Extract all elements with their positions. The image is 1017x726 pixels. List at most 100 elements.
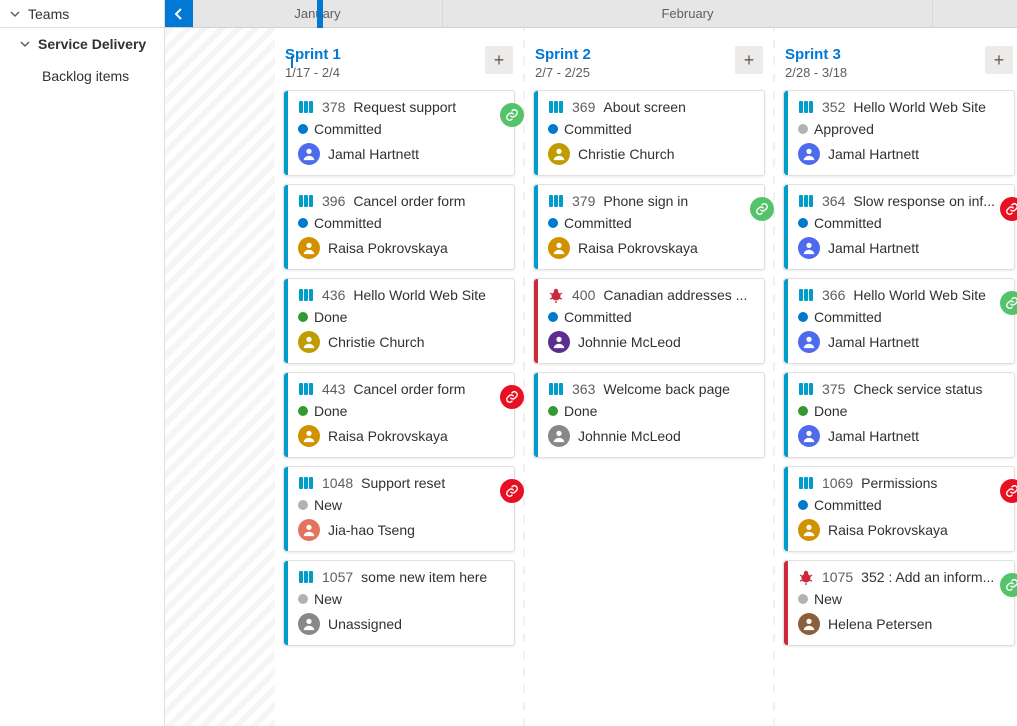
work-item-state: Done (564, 403, 597, 419)
assignee-name: Jia-hao Tseng (328, 522, 415, 538)
link-badge-icon[interactable] (500, 103, 524, 127)
sprint-column: Sprint 32/28 - 3/18+ 352 Hello World Web … (775, 28, 1017, 726)
work-item-title: 352 : Add an inform... (861, 569, 994, 585)
assignee-name: Unassigned (328, 616, 402, 632)
assignee-name: Johnnie McLeod (578, 334, 681, 350)
work-item-title: some new item here (361, 569, 487, 585)
state-dot-icon (298, 312, 308, 322)
work-item-title: Support reset (361, 475, 445, 491)
sprint-header: Sprint 32/28 - 3/18+ (775, 46, 1017, 90)
sidebar-item-service-delivery[interactable]: Service Delivery (0, 28, 164, 60)
avatar (798, 237, 820, 259)
link-badge-icon[interactable] (1000, 573, 1017, 597)
assignee-name: Christie Church (328, 334, 424, 350)
link-badge-icon[interactable] (500, 385, 524, 409)
assignee-name: Jamal Hartnett (828, 146, 919, 162)
assignee-name: Raisa Pokrovskaya (328, 428, 448, 444)
work-item-state: Approved (814, 121, 874, 137)
card-stripe (784, 279, 788, 363)
link-badge-icon[interactable] (1000, 479, 1017, 503)
avatar (298, 331, 320, 353)
work-item-card[interactable]: 443Cancel order formDoneRaisa Pokrovskay… (283, 372, 515, 458)
state-dot-icon (298, 500, 308, 510)
add-item-button[interactable]: + (735, 46, 763, 74)
avatar (798, 613, 820, 635)
work-item-id: 366 (822, 287, 845, 303)
sprint-title[interactable]: Sprint 3 (785, 46, 847, 63)
state-dot-icon (798, 218, 808, 228)
assignee-name: Jamal Hartnett (828, 334, 919, 350)
work-item-state: Committed (564, 121, 632, 137)
work-item-state: New (314, 497, 342, 513)
work-item-id: 378 (322, 99, 345, 115)
work-item-card[interactable]: 436Hello World Web SiteDoneChristie Chur… (283, 278, 515, 364)
card-list: 352 Hello World Web Site Approved Jamal Har… (775, 90, 1017, 646)
work-item-state: Committed (564, 309, 632, 325)
work-item-card[interactable]: 1048 Support reset New Jia-hao Tseng (283, 466, 515, 552)
link-badge-icon[interactable] (1000, 291, 1017, 315)
state-dot-icon (798, 124, 808, 134)
sprint-column: Sprint 1 1/17 - 2/4 + 378Request supportCo… (275, 28, 523, 726)
work-item-card[interactable]: 379Phone sign inCommittedRaisa Pokrovska… (533, 184, 765, 270)
work-item-card[interactable]: 375Check service statusDoneJamal Hartnet… (783, 372, 1015, 458)
work-item-state: Committed (814, 215, 882, 231)
work-item-title: Cancel order form (353, 381, 465, 397)
work-item-id: 400 (572, 287, 595, 303)
state-dot-icon (548, 124, 558, 134)
avatar (548, 237, 570, 259)
card-stripe (784, 185, 788, 269)
teams-header[interactable]: Teams (0, 0, 164, 28)
work-item-card[interactable]: 363Welcome back pageDoneJohnnie McLeod (533, 372, 765, 458)
work-item-card[interactable]: 400Canadian addresses ...CommittedJohnni… (533, 278, 765, 364)
work-item-card[interactable]: 1069PermissionsCommittedRaisa Pokrovskay… (783, 466, 1015, 552)
work-item-title: About screen (603, 99, 686, 115)
work-item-card[interactable]: 352 Hello World Web Site Approved Jamal Har… (783, 90, 1015, 176)
timeline-month[interactable]: February (443, 0, 933, 27)
bug-icon (548, 287, 564, 303)
link-badge-icon[interactable] (500, 479, 524, 503)
sprint-title[interactable]: Sprint 2 (535, 46, 591, 63)
state-dot-icon (798, 312, 808, 322)
sprint-title[interactable]: Sprint 1 (285, 46, 341, 63)
work-item-id: 1075 (822, 569, 853, 585)
work-item-id: 1048 (322, 475, 353, 491)
avatar (298, 143, 320, 165)
work-item-card[interactable]: 364Slow response on inf...CommittedJamal… (783, 184, 1015, 270)
link-badge-icon[interactable] (750, 197, 774, 221)
state-dot-icon (298, 406, 308, 416)
add-item-button[interactable]: + (985, 46, 1013, 74)
work-item-state: Done (314, 309, 347, 325)
card-stripe (284, 467, 288, 551)
timeline-prev-button[interactable] (165, 0, 193, 27)
work-item-title: Hello World Web Site (853, 99, 986, 115)
add-item-button[interactable]: + (485, 46, 513, 74)
work-item-id: 396 (322, 193, 345, 209)
work-item-card[interactable]: 366Hello World Web SiteCommittedJamal Ha… (783, 278, 1015, 364)
timeline-month[interactable]: March (933, 0, 1017, 27)
avatar (298, 237, 320, 259)
book-icon (798, 99, 814, 115)
work-item-card[interactable]: 1075352 : Add an inform...NewHelena Pete… (783, 560, 1015, 646)
work-item-id: 379 (572, 193, 595, 209)
work-item-state: Committed (814, 309, 882, 325)
card-stripe (784, 91, 788, 175)
card-list: 369About screenCommittedChristie Church … (525, 90, 773, 458)
card-stripe (534, 91, 538, 175)
link-badge-icon[interactable] (1000, 197, 1017, 221)
book-icon (298, 99, 314, 115)
avatar (298, 425, 320, 447)
work-item-state: Committed (314, 215, 382, 231)
work-item-state: Done (314, 403, 347, 419)
work-item-card[interactable]: 1057some new item hereNewUnassigned (283, 560, 515, 646)
work-item-card[interactable]: 396Cancel order formCommittedRaisa Pokro… (283, 184, 515, 270)
work-item-title: Check service status (853, 381, 982, 397)
sprint-dates: 1/17 - 2/4 (285, 65, 341, 80)
assignee-name: Jamal Hartnett (328, 146, 419, 162)
work-item-id: 352 (822, 99, 845, 115)
sidebar-item-label: Backlog items (42, 68, 129, 84)
work-item-card[interactable]: 369About screenCommittedChristie Church (533, 90, 765, 176)
sidebar-item-backlog[interactable]: Backlog items (0, 60, 164, 92)
work-item-card[interactable]: 378Request supportCommittedJamal Hartnet… (283, 90, 515, 176)
work-item-state: Committed (314, 121, 382, 137)
state-dot-icon (798, 500, 808, 510)
